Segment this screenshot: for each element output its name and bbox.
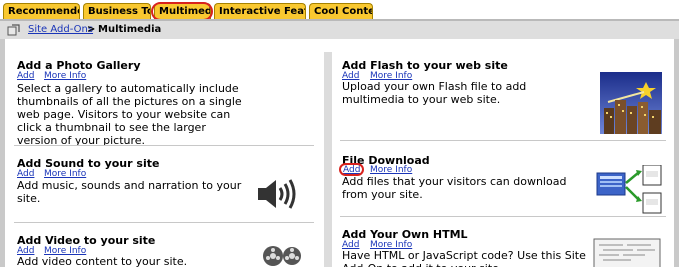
speaker-icon: [258, 179, 296, 209]
item-title: Add Sound to your site: [17, 157, 160, 170]
html-code-icon: [593, 238, 661, 267]
frame-right: [674, 39, 679, 267]
flash-city-icon: [600, 72, 662, 134]
item-description: Add music, sounds and narration to your …: [17, 179, 242, 205]
add-link[interactable]: Add: [343, 165, 360, 175]
more-info-link[interactable]: More Info: [370, 165, 412, 175]
row-divider: [14, 222, 314, 223]
tab-bar: Recommended Business Tools Multimedia In…: [0, 0, 679, 21]
row-divider: [340, 216, 666, 217]
tab-multimedia[interactable]: Multimedia: [154, 3, 211, 19]
item-description: Add video content to your site.: [17, 255, 188, 267]
item-description: Upload your own Flash file to add multim…: [342, 80, 527, 106]
tab-cool-content[interactable]: Cool Content: [309, 3, 373, 19]
more-info-link[interactable]: More Info: [44, 169, 86, 179]
breadcrumb-site-add-ons[interactable]: Site Add-Ons: [28, 24, 93, 35]
file-download-icon: [596, 165, 662, 214]
row-divider: [340, 140, 666, 141]
breadcrumb-separator: >: [87, 24, 96, 35]
more-info-link[interactable]: More Info: [44, 71, 86, 81]
tab-interactive-features[interactable]: Interactive Features: [214, 3, 306, 19]
tab-recommended[interactable]: Recommended: [3, 3, 80, 19]
row-divider: [14, 145, 314, 146]
frame-left: [0, 39, 5, 267]
item-description: Have HTML or JavaScript code? Use this S…: [342, 249, 586, 267]
addon-icon: [7, 24, 20, 36]
breadcrumb-current: Multimedia: [98, 24, 162, 35]
film-reel-icon: [263, 246, 301, 266]
item-description: Add files that your visitors can downloa…: [342, 175, 567, 201]
breadcrumb: Site Add-Ons > Multimedia: [0, 19, 679, 39]
column-divider: [324, 52, 332, 267]
add-link[interactable]: Add: [17, 169, 34, 179]
add-link[interactable]: Add: [17, 71, 34, 81]
tab-business-tools[interactable]: Business Tools: [83, 3, 151, 19]
item-description: Select a gallery to automatically includ…: [17, 82, 242, 147]
item-title: Add Flash to your web site: [342, 59, 508, 72]
